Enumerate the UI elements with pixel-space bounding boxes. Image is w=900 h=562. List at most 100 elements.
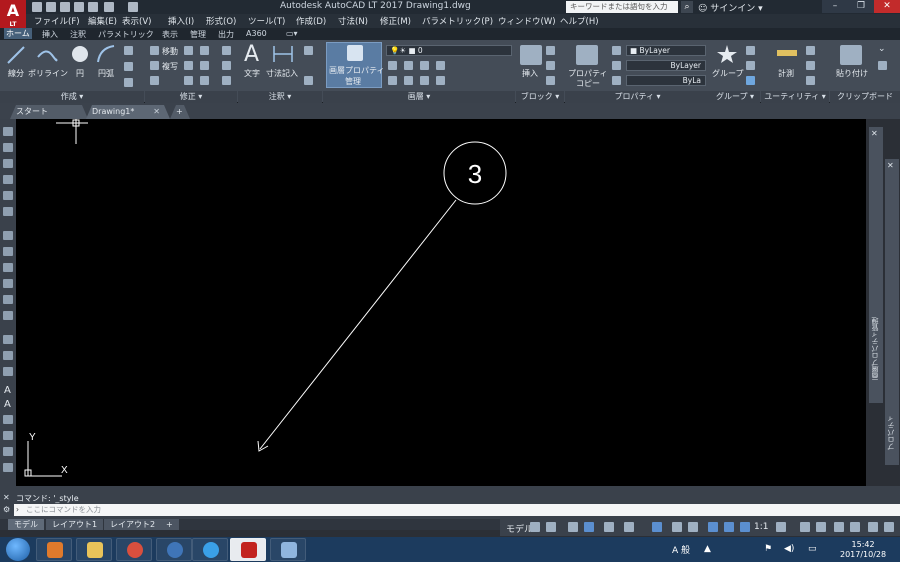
erase-icon[interactable] — [222, 46, 231, 55]
tool-dim-icon[interactable] — [3, 431, 13, 440]
tab-drawing1[interactable]: Drawing1* ✕ — [86, 105, 170, 119]
isodraft-icon[interactable] — [604, 522, 614, 532]
ime-indicator[interactable]: A 般 — [672, 543, 690, 556]
start-button[interactable] — [6, 538, 30, 561]
tool-measure-icon[interactable] — [3, 415, 13, 424]
leader-icon[interactable] — [304, 46, 313, 55]
rotate-icon[interactable] — [184, 46, 193, 55]
tool-text-icon[interactable]: A — [4, 399, 11, 410]
thunderbird-app[interactable] — [156, 538, 192, 561]
arc-icon[interactable] — [96, 44, 116, 64]
measure-icon[interactable] — [776, 46, 798, 60]
tool-circle-icon[interactable] — [3, 231, 13, 240]
polar-icon[interactable] — [584, 522, 594, 532]
tab-annotate[interactable]: 注釈 — [68, 29, 88, 40]
osnap-icon[interactable] — [624, 522, 634, 532]
circle-icon[interactable] — [70, 44, 90, 64]
layer-properties-button[interactable]: 画層プロパティ 管理 — [326, 42, 385, 88]
layer-match-icon[interactable] — [388, 76, 397, 85]
scale-icon[interactable] — [184, 76, 193, 85]
model-space-button[interactable]: モデル — [506, 522, 533, 535]
annotation-visibility-icon[interactable] — [708, 522, 718, 532]
tab-parametric[interactable]: パラメトリック — [96, 29, 156, 40]
create-block-icon[interactable] — [546, 46, 555, 55]
snap-icon[interactable] — [546, 522, 556, 532]
add-layout-button[interactable]: + — [160, 519, 179, 530]
tool-spline-icon[interactable] — [3, 247, 13, 256]
lineweight-toggle-icon[interactable] — [672, 522, 682, 532]
maximize-button[interactable]: ❐ — [848, 0, 874, 13]
edit-block-icon[interactable] — [546, 61, 555, 70]
explode-icon[interactable] — [222, 61, 231, 70]
utilities-panel-footer[interactable]: ユーティリティ ▾ — [761, 91, 829, 103]
tool-xline-icon[interactable] — [3, 143, 13, 152]
tool-pline-icon[interactable] — [3, 159, 13, 168]
array-icon[interactable] — [200, 76, 209, 85]
saveas-icon[interactable] — [74, 2, 84, 12]
insert-block-icon[interactable] — [520, 45, 542, 65]
hardware-icon[interactable] — [850, 522, 860, 532]
isolate-icon[interactable] — [834, 522, 844, 532]
open-icon[interactable] — [46, 2, 56, 12]
tool-hatch-icon[interactable] — [3, 311, 13, 320]
layer-properties-palette[interactable]: ✕ 画層プロパティ管理 — [869, 127, 883, 403]
autocad-app[interactable] — [230, 538, 266, 561]
tray-flag-icon[interactable]: ⚑ — [764, 544, 772, 554]
fillet-icon[interactable] — [200, 61, 209, 70]
leader-line[interactable] — [259, 199, 457, 450]
layer-lock-icon[interactable] — [436, 61, 445, 70]
group-icon[interactable] — [716, 44, 738, 64]
tab-close-icon[interactable]: ✕ — [153, 105, 160, 119]
tool-arc-icon[interactable] — [3, 207, 13, 216]
units-icon[interactable] — [816, 522, 826, 532]
chrome-app[interactable] — [116, 538, 152, 561]
tab-layout1[interactable]: レイアウト1 — [46, 519, 104, 530]
menu-modify[interactable]: 修正(M) — [380, 15, 411, 27]
tab-view[interactable]: 表示 — [160, 29, 180, 40]
new-tab-button[interactable]: + — [170, 105, 190, 119]
otrack-icon[interactable] — [652, 522, 662, 532]
tool-region-icon[interactable] — [3, 351, 13, 360]
calculator-icon[interactable] — [806, 76, 815, 85]
palette-close-icon[interactable]: ✕ — [871, 129, 878, 138]
redo-icon[interactable] — [128, 2, 138, 12]
scale-value[interactable]: 1:1 — [754, 522, 768, 532]
layers-panel-footer[interactable]: 画層 ▾ — [323, 91, 515, 103]
paint-app[interactable] — [270, 538, 306, 561]
line-icon[interactable] — [6, 45, 26, 65]
ribbon-collapse-icon[interactable]: ⌄ — [878, 44, 886, 54]
table-icon[interactable] — [304, 76, 313, 85]
menu-file[interactable]: ファイル(F) — [34, 15, 80, 27]
offset-icon[interactable] — [222, 76, 231, 85]
layer-previous-icon[interactable] — [404, 76, 413, 85]
new-icon[interactable] — [32, 2, 42, 12]
plus-icon[interactable] — [800, 522, 810, 532]
menu-tools[interactable]: ツール(T) — [248, 15, 285, 27]
menu-draw[interactable]: 作成(D) — [296, 15, 326, 27]
tool-mtext-icon[interactable]: A — [4, 385, 11, 396]
tool-point-icon[interactable] — [3, 295, 13, 304]
command-close-icon[interactable]: ✕ — [3, 493, 10, 502]
groups-panel-footer[interactable]: グループ ▾ — [710, 91, 760, 103]
tray-volume-icon[interactable]: ◀) — [784, 544, 794, 554]
move-icon[interactable] — [150, 46, 159, 55]
signin-button[interactable]: ☺ サインイン ▾ — [698, 1, 763, 14]
text-icon[interactable]: A — [244, 42, 259, 67]
customize-icon[interactable]: ⚙ — [3, 505, 10, 514]
transparency-icon[interactable] — [688, 522, 698, 532]
dimension-icon[interactable] — [272, 44, 294, 64]
tab-model[interactable]: モデル — [8, 519, 44, 530]
tray-display-icon[interactable]: ▭ — [808, 544, 817, 554]
modify-panel-footer[interactable]: 修正 ▾ — [145, 91, 237, 103]
grid-icon[interactable] — [530, 522, 540, 532]
close-button[interactable]: ✕ — [874, 0, 900, 13]
trim-icon[interactable] — [200, 46, 209, 55]
layer-unisolate-icon[interactable] — [420, 76, 429, 85]
copy-icon[interactable] — [150, 61, 159, 70]
tool-gradient-icon[interactable] — [3, 335, 13, 344]
tab-insert[interactable]: 挿入 — [40, 29, 60, 40]
media-player-app[interactable] — [36, 538, 72, 561]
application-menu-button[interactable]: A LT — [0, 0, 26, 28]
point-style-icon[interactable] — [806, 61, 815, 70]
customize-menu-icon[interactable] — [884, 522, 894, 532]
